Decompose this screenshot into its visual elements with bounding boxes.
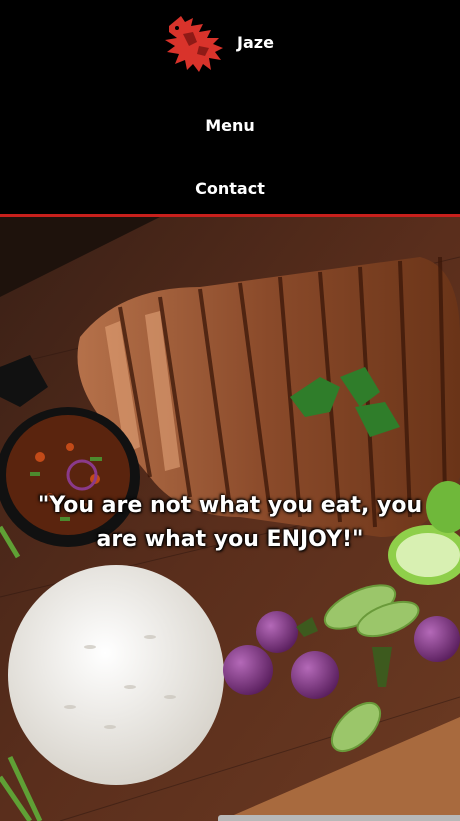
nav-menu-link[interactable]: Menu (0, 116, 460, 135)
hero-section: "You are not what you eat, you are what … (0, 217, 460, 821)
brand-link[interactable]: Jaze (163, 12, 274, 74)
horizontal-scrollbar[interactable] (218, 815, 460, 821)
navbar: Jaze Menu Contact (0, 0, 460, 217)
nav-contact-link[interactable]: Contact (0, 179, 460, 198)
brand-name: Jaze (237, 32, 274, 52)
dragon-logo-icon (165, 16, 223, 72)
hero-quote: "You are not what you eat, you are what … (37, 493, 423, 552)
